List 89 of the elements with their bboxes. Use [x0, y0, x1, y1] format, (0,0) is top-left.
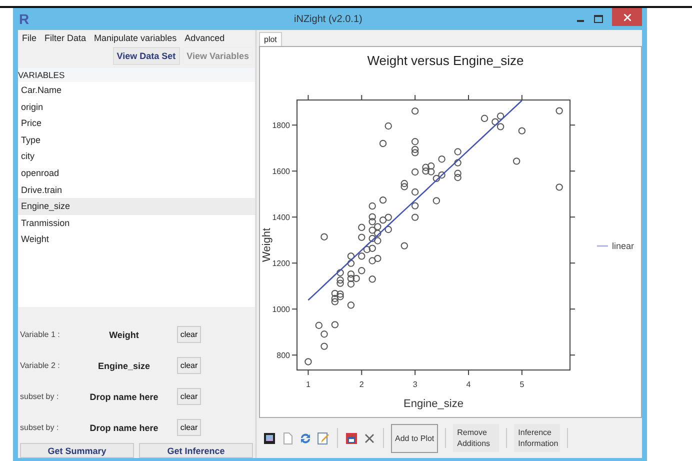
tick-label: 3	[412, 380, 418, 389]
data-point	[368, 276, 376, 283]
clear-button[interactable]: clear	[177, 419, 201, 436]
app-logo: R	[19, 11, 30, 27]
clear-button[interactable]: clear	[177, 388, 201, 405]
field-label: subset by :	[19, 423, 60, 432]
variable-item[interactable]: openroad	[18, 164, 255, 182]
data-point	[518, 127, 526, 134]
tick-label: 1000	[272, 305, 290, 314]
tick-label: 1200	[272, 259, 290, 268]
menu-item[interactable]: Advanced	[184, 33, 225, 43]
data-point	[315, 322, 322, 329]
data-point	[438, 156, 446, 163]
tick-label: 1600	[272, 167, 290, 176]
toolbar-button[interactable]: Remove Additions	[453, 424, 500, 452]
data-point	[411, 168, 419, 176]
data-point	[358, 234, 366, 241]
toolbar-button[interactable]: Add to Plot	[391, 424, 438, 452]
drop-target[interactable]: Drop name here	[74, 392, 174, 402]
data-point	[320, 342, 328, 350]
clear-button[interactable]: clear	[177, 326, 201, 343]
axis-title: Weight	[261, 228, 273, 262]
chart-title: Weight versus Engine_size	[367, 53, 524, 68]
tick-label: 5	[520, 380, 524, 389]
data-point	[331, 321, 339, 328]
data-point	[347, 302, 355, 309]
data-point	[411, 214, 419, 221]
data-point	[454, 159, 462, 166]
variable-item[interactable]: Engine_size	[18, 198, 255, 215]
data-point	[556, 107, 563, 114]
variable-item[interactable]: origin	[18, 98, 255, 116]
data-point	[454, 148, 462, 156]
save-icon[interactable]	[345, 432, 358, 444]
action-button[interactable]: Get Summary	[20, 443, 134, 458]
tick-label: 4	[466, 380, 471, 389]
list-header: VARIABLES	[18, 68, 255, 82]
image-icon[interactable]	[263, 432, 276, 444]
data-point	[358, 224, 366, 231]
data-point	[512, 158, 520, 165]
refresh-icon[interactable]	[299, 432, 312, 444]
data-point	[400, 242, 408, 250]
menu-item[interactable]: Manipulate variables	[94, 33, 177, 43]
menu-item[interactable]: File	[22, 33, 37, 43]
data-point	[411, 188, 419, 196]
field-label: Variable 1 :	[19, 330, 61, 339]
data-point	[411, 107, 419, 115]
data-point	[368, 202, 376, 210]
data-point	[411, 202, 419, 210]
tick-label: 1400	[272, 213, 290, 222]
variable-item[interactable]: Weight	[18, 231, 255, 248]
drop-target[interactable]: Weight	[74, 330, 174, 340]
data-point	[384, 226, 392, 234]
data-point	[480, 114, 488, 122]
axis-title: Engine_size	[404, 398, 464, 410]
toolbar-button[interactable]: Inference Information	[514, 424, 560, 452]
data-button[interactable]: View Data Set	[112, 47, 180, 65]
window-title: iNZight (v2.0.1)	[294, 14, 362, 24]
data-point	[432, 197, 440, 204]
data-point	[556, 184, 563, 191]
variable-item[interactable]: Car.Name	[18, 82, 255, 99]
data-point	[384, 122, 392, 130]
drop-target[interactable]: Drop name here	[74, 422, 174, 432]
tab[interactable]: plot	[259, 32, 282, 46]
tick-label: 1	[306, 380, 310, 389]
edit-icon[interactable]	[317, 432, 330, 444]
cross-icon[interactable]	[363, 432, 376, 444]
data-point	[379, 196, 387, 204]
tick-label: 2	[359, 380, 364, 389]
tick-label: 800	[276, 351, 290, 360]
drop-target[interactable]: Engine_size	[74, 360, 174, 370]
data-point	[320, 330, 328, 338]
menu-item[interactable]: Filter Data	[44, 33, 86, 43]
tick-label: 1800	[272, 121, 290, 130]
variable-item[interactable]: Drive.train	[18, 182, 255, 198]
clear-button[interactable]: clear	[177, 357, 201, 374]
close-button[interactable]	[612, 8, 642, 26]
field-label: Variable 2 :	[19, 361, 61, 370]
data-point	[379, 140, 387, 148]
close-icon	[624, 14, 630, 20]
maximize-icon[interactable]	[594, 15, 603, 23]
data-point	[304, 358, 312, 366]
data-point	[320, 233, 328, 240]
field-label: subset by :	[19, 392, 60, 401]
variable-item[interactable]: Type	[18, 132, 255, 148]
variable-item[interactable]: Tranmission	[18, 214, 255, 232]
variable-item[interactable]: Price	[18, 115, 255, 132]
action-button[interactable]: Get Inference	[139, 443, 253, 458]
variable-item[interactable]: city	[18, 148, 255, 165]
legend-label: linear	[612, 241, 634, 251]
